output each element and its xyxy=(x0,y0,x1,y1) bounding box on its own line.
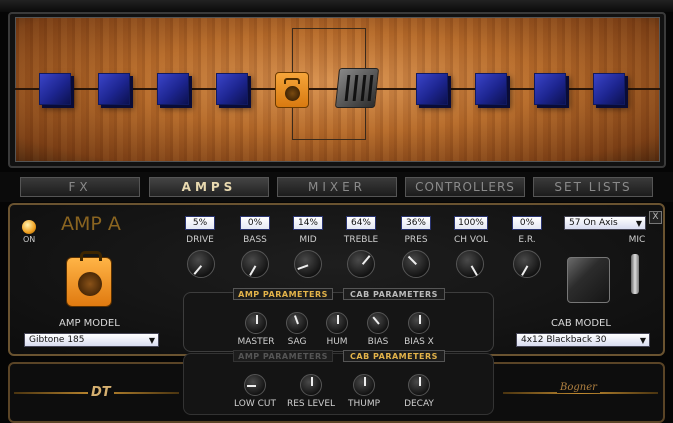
mid-label: MID xyxy=(299,235,317,245)
drive-knob[interactable] xyxy=(187,250,215,278)
er-value[interactable]: 0% xyxy=(512,216,542,230)
chevron-down-icon: ▼ xyxy=(635,219,642,228)
dt-logo: DT xyxy=(88,385,114,400)
tab-cab-parameters[interactable]: CAB PARAMETERS xyxy=(343,288,445,300)
er-label: E.R. xyxy=(518,235,536,245)
fx-block-icon[interactable] xyxy=(157,73,189,105)
amp-title: AMP A xyxy=(61,213,121,235)
treble-knob[interactable] xyxy=(347,250,375,278)
mid-value[interactable]: 14% xyxy=(293,216,323,230)
decay-label: DECAY xyxy=(404,399,434,409)
bias-knob[interactable] xyxy=(367,312,389,334)
bias-x-label: BIAS X xyxy=(404,337,434,347)
mid-knob[interactable] xyxy=(294,250,322,278)
tab-controllers[interactable]: CONTROLLERS xyxy=(405,177,525,197)
amp-model-icon xyxy=(66,251,112,307)
chevron-down-icon: ▼ xyxy=(148,336,155,345)
thump-knob[interactable] xyxy=(353,374,375,396)
pres-knob[interactable] xyxy=(402,250,430,278)
low-cut-knob[interactable] xyxy=(244,374,266,396)
fx-block-icon[interactable] xyxy=(534,73,566,105)
bass-value[interactable]: 0% xyxy=(240,216,270,230)
pres-label: PRES xyxy=(404,235,428,245)
res-level-knob[interactable] xyxy=(300,374,322,396)
treble-value[interactable]: 64% xyxy=(346,216,376,230)
drive-value[interactable]: 5% xyxy=(185,216,215,230)
fx-block-icon[interactable] xyxy=(216,73,248,105)
thump-label: THUMP xyxy=(347,399,381,409)
tab-cab-parameters-active[interactable]: CAB PARAMETERS xyxy=(343,350,445,362)
mic-dropdown[interactable]: 57 On Axis ▼ xyxy=(564,216,646,230)
mixer-icon[interactable] xyxy=(334,68,380,108)
res-level-label: RES LEVEL xyxy=(286,399,336,409)
top-bar xyxy=(0,0,673,12)
mic-label: MIC xyxy=(628,235,646,245)
tab-set-lists[interactable]: SET LISTS xyxy=(533,177,653,197)
mic-icon xyxy=(631,254,639,294)
amp-model-label: AMP MODEL xyxy=(59,318,120,329)
cab-model-label: CAB MODEL xyxy=(551,318,611,329)
ch-vol-value[interactable]: 100% xyxy=(454,216,488,230)
close-icon[interactable]: X xyxy=(649,211,662,224)
er-knob[interactable] xyxy=(513,250,541,278)
treble-label: TREBLE xyxy=(343,235,379,245)
ch-vol-knob[interactable] xyxy=(456,250,484,278)
fx-block-icon[interactable] xyxy=(475,73,507,105)
bass-label: BASS xyxy=(243,235,267,245)
amp-icon[interactable] xyxy=(275,72,309,108)
master-knob[interactable] xyxy=(245,312,267,334)
tab-amps[interactable]: AMPS xyxy=(149,177,269,197)
ch-vol-label: CH VOL xyxy=(453,235,488,245)
hum-knob[interactable] xyxy=(326,312,348,334)
fx-block-icon[interactable] xyxy=(416,73,448,105)
tab-amp-parameters-inactive[interactable]: AMP PARAMETERS xyxy=(233,350,333,362)
amp-model-dropdown[interactable]: Gibtone 185 ▼ xyxy=(24,333,159,347)
tab-amp-parameters[interactable]: AMP PARAMETERS xyxy=(233,288,333,300)
tab-mixer[interactable]: MIXER xyxy=(277,177,397,197)
cab-model-dropdown[interactable]: 4x12 Blackback 30 ▼ xyxy=(516,333,650,347)
power-icon[interactable] xyxy=(22,220,36,234)
bogner-logo: Bogner xyxy=(557,382,600,393)
pres-value[interactable]: 36% xyxy=(401,216,431,230)
amp-model-value: Gibtone 185 xyxy=(29,335,85,345)
decay-knob[interactable] xyxy=(408,374,430,396)
bass-knob[interactable] xyxy=(241,250,269,278)
fx-block-icon[interactable] xyxy=(39,73,71,105)
chevron-down-icon: ▼ xyxy=(639,336,646,345)
mic-value: 57 On Axis xyxy=(569,218,618,228)
bias-x-knob[interactable] xyxy=(408,312,430,334)
cab-icon xyxy=(567,257,610,303)
fx-block-icon[interactable] xyxy=(593,73,625,105)
fx-block-icon[interactable] xyxy=(98,73,130,105)
cab-model-value: 4x12 Blackback 30 xyxy=(521,335,607,345)
power-label: ON xyxy=(23,235,36,244)
drive-label: DRIVE xyxy=(186,235,214,245)
low-cut-label: LOW CUT xyxy=(234,399,276,409)
tab-fx[interactable]: FX xyxy=(20,177,140,197)
sag-knob[interactable] xyxy=(286,312,308,334)
